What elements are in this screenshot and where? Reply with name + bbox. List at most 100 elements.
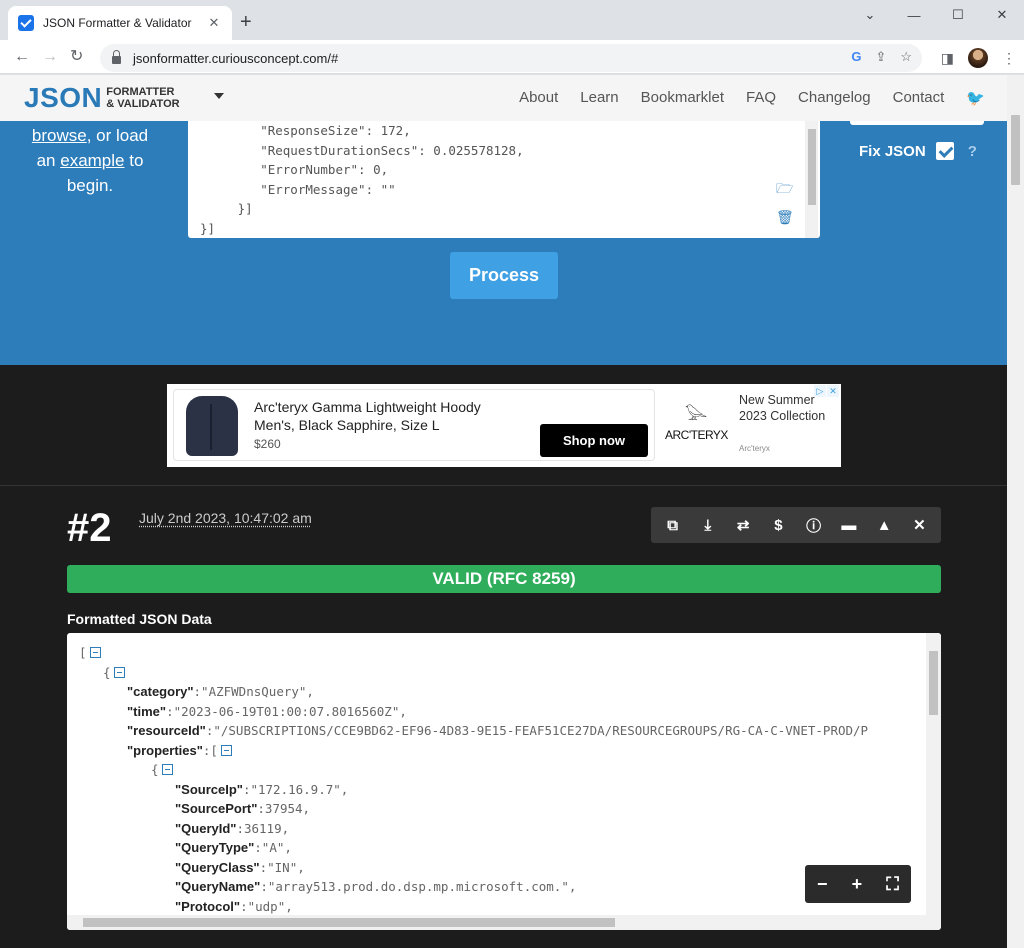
nav-faq[interactable]: FAQ [746,89,776,107]
json-line: { [79,760,925,780]
refresh-icon[interactable]: ⇄ [731,516,755,534]
forward-arrow-icon[interactable]: → [42,47,58,67]
json-key: "properties" [127,742,203,758]
maximize-button[interactable]: ☐ [936,0,980,30]
editor-scrollbar[interactable] [805,121,818,238]
validation-status-banner: VALID (RFC 8259) [67,565,941,593]
tab-close-icon[interactable]: ✕ [206,15,222,31]
close-window-button[interactable]: ✕ [980,0,1024,30]
json-tree: [{"category":"AZFWDnsQuery", "time":"2023… [79,643,925,916]
output-vertical-scrollbar[interactable] [926,633,941,915]
json-value: :"udp", [240,898,293,914]
shop-now-button[interactable]: Shop now [540,424,648,457]
url-text[interactable]: jsonformatter.curiousconcept.com/# [133,51,338,66]
output-vertical-thumb[interactable] [929,651,938,715]
ad-title[interactable]: Arc'teryx Gamma Lightweight Hoody Men's,… [254,398,524,434]
arcteryx-logo-text: ARC'TERYX [665,428,728,442]
ad-price: $260 [254,437,281,451]
expand-icon[interactable]: ▲ [872,517,896,534]
collapse-toggle-icon[interactable] [220,744,232,756]
output-horizontal-scrollbar[interactable] [67,915,941,930]
ad-close-icon[interactable]: ✕ [827,385,839,397]
json-key: "category" [127,684,194,699]
profile-avatar[interactable] [968,48,988,68]
json-value: [ [79,645,87,660]
json-value: { [103,664,111,680]
ad-product-card[interactable]: Arc'teryx Gamma Lightweight Hoody Men's,… [173,389,655,461]
logo-dropdown-icon[interactable] [214,93,224,99]
zoom-in-button[interactable]: + [852,874,863,895]
ad-choices-icon[interactable]: ▷ [814,385,826,397]
fix-json-help-icon[interactable]: ? [968,143,977,160]
download-icon[interactable]: ⤓ [696,517,720,534]
json-line: [ [79,643,925,663]
logo-subtitle: FORMATTER & VALIDATOR [106,86,179,110]
zoom-out-button[interactable]: − [817,874,828,895]
collapse-toggle-icon[interactable] [89,647,101,658]
trash-icon[interactable]: 🗑 [776,209,794,226]
nav-changelog[interactable]: Changelog [798,89,871,107]
browse-link[interactable]: browse [32,126,87,145]
new-tab-button[interactable]: + [240,12,252,32]
formatted-json-output[interactable]: [{"category":"AZFWDnsQuery", "time":"2023… [67,633,941,930]
result-timestamp: July 2nd 2023, 10:47:02 am [139,510,312,526]
lock-icon[interactable] [112,50,121,64]
bookmark-star-icon[interactable]: ☆ [900,49,912,65]
alert-icon[interactable]: ⓘ [802,515,826,536]
zoom-controls: − + ⛶ [805,865,911,903]
tab-search-icon[interactable]: ⌄ [848,0,892,30]
arcteryx-logo[interactable]: 𓅪 ARC'TERYX [665,406,728,442]
reload-icon[interactable]: ↻ [70,47,83,67]
browser-tab[interactable]: JSON Formatter & Validator ✕ [8,6,232,40]
nav-learn[interactable]: Learn [580,89,618,107]
help-text-part: begin. [66,176,114,195]
json-input-text[interactable]: "ResponseSize": 172, "RequestDurationSec… [188,121,820,238]
collapse-icon[interactable]: ▬ [837,517,861,534]
page-scroll-thumb[interactable] [1011,115,1020,185]
help-text-part: an [36,151,61,170]
close-icon[interactable]: ✕ [907,516,931,534]
collapse-toggle-icon[interactable] [113,666,125,678]
address-bar[interactable]: jsonformatter.curiousconcept.com/# G ⇪ ☆ [100,44,922,72]
ad-brand: Arc'teryx [739,444,770,453]
google-icon[interactable]: G [851,49,861,65]
browser-tab-bar: JSON Formatter & Validator ✕ + ⌄ — ☐ ✕ [0,0,1024,40]
help-text-part: to [124,151,144,170]
json-value: :"AZFWDnsQuery", [193,684,314,699]
json-value: { [151,762,159,777]
side-panel-icon[interactable]: ◨ [941,50,954,67]
open-folder-icon[interactable]: 🗁 [776,178,793,202]
collapse-toggle-icon[interactable] [161,764,173,775]
logo-json-text: JSON [24,82,103,113]
nav-about[interactable]: About [519,89,558,107]
editor-scroll-thumb[interactable] [808,129,816,205]
dollar-icon[interactable]: $ [766,517,790,534]
json-input-editor[interactable]: "ResponseSize": 172, "RequestDurationSec… [188,121,820,238]
jacket-image[interactable] [186,396,238,456]
json-key: "resourceId" [127,723,206,738]
back-arrow-icon[interactable]: ← [14,47,30,67]
advertisement[interactable]: Arc'teryx Gamma Lightweight Hoody Men's,… [167,384,841,467]
example-link[interactable]: example [60,151,124,170]
menu-dots-icon[interactable]: ⋮ [1002,50,1016,67]
json-line: "QueryName":"array513.prod.do.dsp.mp.mic… [79,877,925,897]
page-scrollbar[interactable] [1007,75,1024,948]
json-key: "QueryType" [175,840,255,855]
output-horizontal-thumb[interactable] [83,918,615,927]
process-button[interactable]: Process [450,252,558,299]
fix-json-checkbox[interactable] [935,142,954,160]
json-line: "category":"AZFWDnsQuery", [79,682,925,702]
fix-json-label: Fix JSON [859,142,926,160]
logo-sub-line1: FORMATTER [106,86,175,98]
minimize-button[interactable]: — [892,0,936,30]
share-icon[interactable]: ⇪ [875,49,886,65]
fullscreen-button[interactable]: ⛶ [886,874,899,895]
json-line: { [79,663,925,683]
ad-choices[interactable]: ▷ ✕ [814,385,839,397]
json-value: :"array513.prod.do.dsp.mp.microsoft.com.… [260,879,577,894]
copy-icon[interactable]: ⧉ [661,517,685,534]
nav-contact[interactable]: Contact [893,89,945,107]
site-logo[interactable]: JSON FORMATTER & VALIDATOR [24,83,180,113]
twitter-icon[interactable]: 🐦 [966,89,985,107]
nav-bookmarklet[interactable]: Bookmarklet [641,89,724,107]
